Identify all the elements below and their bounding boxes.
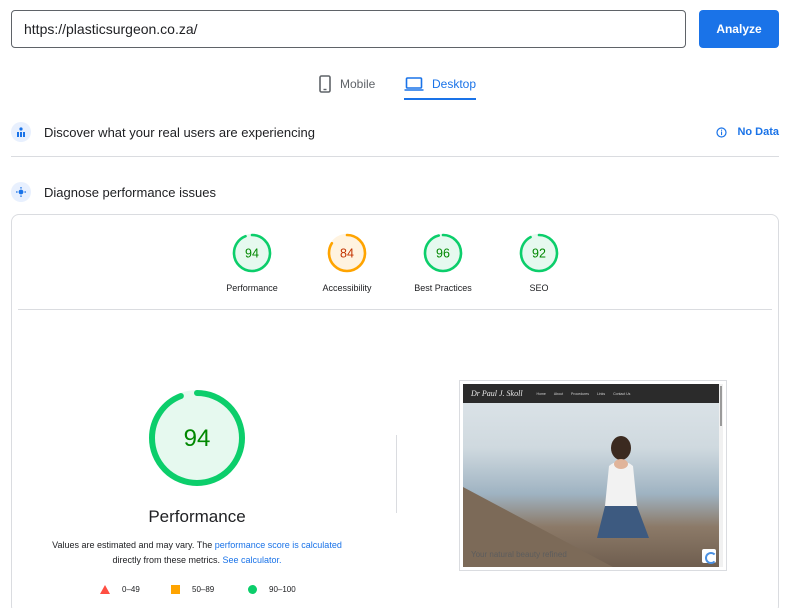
square-icon [171,585,180,594]
diagnose-section: Diagnose performance issues [11,178,779,206]
screenshot-scrollbar [719,384,723,567]
tab-mobile[interactable]: Mobile [318,66,375,102]
score-value: 96 [436,247,450,261]
info-icon [716,126,728,138]
score-gauge-best-practices[interactable]: 96 Best Practices [393,233,493,293]
vertical-divider [396,435,397,513]
tab-mobile-label: Mobile [340,77,376,91]
score-label: Performance [226,283,278,293]
score-gauge-seo[interactable]: 92 SEO [489,233,589,293]
screenshot-menu-item: Procedures [571,391,589,396]
discover-section: Discover what your real users are experi… [11,118,779,146]
screenshot-nav: Dr Paul J. Skoll Home About Procedures L… [463,384,723,403]
score-value: 94 [245,247,259,261]
legend-pass: 90–100 [248,585,296,594]
performance-title: Performance [148,507,246,526]
tab-desktop-label: Desktop [432,77,477,91]
screenshot-image: Dr Paul J. Skoll Home About Procedures L… [463,384,723,567]
legend-fail-label: 0–49 [122,585,140,594]
screenshot-logo: Dr Paul J. Skoll [471,389,523,398]
performance-note: Values are estimated and may vary. The p… [38,538,356,568]
users-icon [11,122,31,142]
screenshot-menu-item: Links [596,391,606,396]
legend-pass-label: 90–100 [269,585,296,594]
legend-average-label: 50–89 [192,585,215,594]
performance-score-link[interactable]: performance score is calculated [215,540,342,550]
performance-gauge: 94 [149,390,245,486]
legend-fail: 0–49 [100,585,140,594]
score-ring: 94 [232,233,272,273]
screenshot-menu-item: Home [536,391,546,396]
woman-figure [597,436,649,538]
tab-desktop[interactable]: Desktop [404,66,477,102]
no-data-label: No Data [737,126,779,138]
note-middle: directly from these metrics. [112,555,220,565]
screenshot-menu-item: Contact Us [613,391,631,396]
page-screenshot[interactable]: Dr Paul J. Skoll Home About Procedures L… [459,380,727,571]
discover-title: Discover what your real users are experi… [44,124,315,140]
score-gauge-performance[interactable]: 94 Performance [202,233,302,293]
phone-icon [319,75,331,93]
score-ring: 96 [423,233,463,273]
analyze-button[interactable]: Analyze [699,10,779,48]
score-value: 92 [532,247,546,261]
score-label: Accessibility [322,283,372,293]
section-divider [11,156,779,157]
legend-average: 50–89 [171,585,214,594]
score-ring: 84 [327,233,367,273]
lighthouse-icon [11,182,31,202]
score-ring: 92 [519,233,559,273]
score-label: Best Practices [414,283,472,293]
note-prefix: Values are estimated and may vary. The [52,540,213,550]
see-calculator-link[interactable]: See calculator. [223,555,282,565]
report-card: 94 Performance 84 Accessibility 96 Best … [11,214,779,608]
circle-icon [248,585,257,594]
diagnose-title: Diagnose performance issues [44,184,216,200]
score-gauge-accessibility[interactable]: 84 Accessibility [297,233,397,293]
screenshot-menu: Home About Procedures Links Contact Us [537,392,631,396]
recaptcha-icon [702,549,717,564]
triangle-icon [100,585,110,594]
score-value: 84 [340,247,354,261]
score-label: SEO [529,283,549,293]
laptop-icon [404,77,424,91]
no-data-link[interactable]: No Data [716,126,779,138]
url-input[interactable] [11,10,686,48]
screenshot-tagline: Your natural beauty refined [471,550,567,559]
screenshot-menu-item: About [553,391,564,396]
performance-score: 94 [184,425,211,452]
card-divider [18,309,772,310]
